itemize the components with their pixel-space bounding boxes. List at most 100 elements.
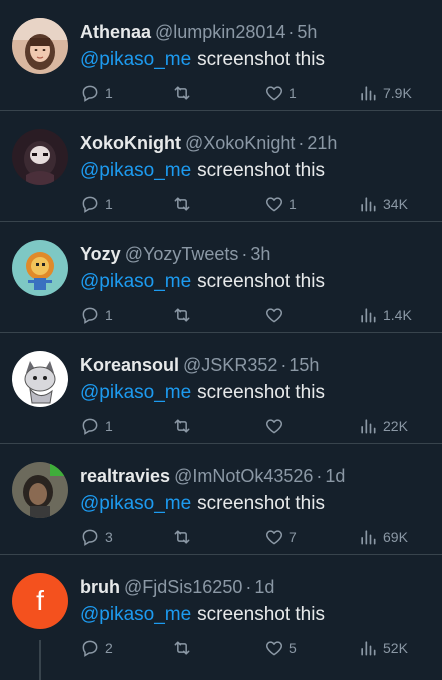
timestamp[interactable]: 3h	[250, 244, 270, 264]
reply-icon	[82, 85, 98, 102]
heart-icon	[265, 530, 283, 545]
reply-button[interactable]: 3	[80, 526, 113, 548]
user-handle[interactable]: @ImNotOk43526	[174, 466, 313, 486]
views-count: 34K	[383, 196, 408, 212]
tweet-text: @pikaso_me screenshot this	[80, 381, 325, 405]
retweet-icon	[174, 308, 190, 322]
tweet-actions: 1 1 7.9K	[80, 82, 420, 104]
views-count: 7.9K	[383, 85, 412, 101]
mention-link[interactable]: @pikaso_me	[80, 604, 191, 625]
separator-dot: ·	[288, 22, 295, 42]
views-count: 52K	[383, 640, 408, 656]
like-button[interactable]: 7	[264, 526, 297, 548]
like-button[interactable]: 5	[264, 637, 297, 659]
timestamp[interactable]: 1d	[325, 466, 345, 486]
display-name[interactable]: realtravies	[80, 466, 170, 486]
timestamp[interactable]: 15h	[289, 355, 319, 375]
mention-link[interactable]: @pikaso_me	[80, 160, 191, 181]
mention-link[interactable]: @pikaso_me	[80, 271, 191, 292]
like-button[interactable]	[264, 415, 289, 437]
like-button[interactable]: 1	[264, 193, 297, 215]
display-name[interactable]: Koreansoul	[80, 355, 179, 375]
retweet-button[interactable]	[172, 526, 197, 548]
timestamp[interactable]: 1d	[254, 577, 274, 597]
heart-icon	[265, 197, 283, 212]
mention-link[interactable]: @pikaso_me	[80, 382, 191, 403]
views-chart-icon	[361, 641, 376, 656]
photo-girl-avatar-icon	[12, 18, 68, 74]
user-handle[interactable]: @JSKR352	[183, 355, 277, 375]
reply-count: 1	[105, 418, 113, 434]
tweet-actions: 3 7 69K	[80, 526, 420, 548]
reply-button[interactable]: 1	[80, 193, 113, 215]
cartoon-cat-avatar-icon	[12, 351, 68, 407]
mention-link[interactable]: @pikaso_me	[80, 493, 191, 514]
views-count: 69K	[383, 529, 408, 545]
avatar[interactable]	[12, 129, 68, 185]
reply-button[interactable]: 1	[80, 304, 113, 326]
avatar[interactable]	[12, 18, 68, 74]
avatar[interactable]	[12, 240, 68, 296]
timestamp[interactable]: 5h	[297, 22, 317, 42]
tweet-body-text: screenshot this	[197, 271, 325, 292]
views-button[interactable]: 52K	[358, 637, 408, 659]
like-button[interactable]	[264, 304, 289, 326]
display-name[interactable]: bruh	[80, 577, 120, 597]
views-button[interactable]: 1.4K	[358, 304, 412, 326]
tweet-item[interactable]: Koreansoul @JSKR352 · 15h @pikaso_me screens…	[0, 333, 442, 444]
reply-count: 2	[105, 640, 113, 656]
retweet-button[interactable]	[172, 82, 197, 104]
reply-icon	[82, 307, 98, 324]
tweet-item[interactable]: XokoKnight @XokoKnight · 21h @pikaso_me scre…	[0, 111, 442, 222]
views-count: 22K	[383, 418, 408, 434]
user-handle[interactable]: @lumpkin28014	[155, 22, 285, 42]
heart-icon	[265, 641, 283, 656]
tweet-text: @pikaso_me screenshot this	[80, 603, 325, 627]
like-button[interactable]: 1	[264, 82, 297, 104]
views-button[interactable]: 7.9K	[358, 82, 412, 104]
tweet-text: @pikaso_me screenshot this	[80, 492, 325, 516]
reply-count: 3	[105, 529, 113, 545]
retweet-button[interactable]	[172, 415, 197, 437]
tweet-body-text: screenshot this	[197, 160, 325, 181]
mention-link[interactable]: @pikaso_me	[80, 49, 191, 70]
retweet-icon	[174, 530, 190, 544]
retweet-button[interactable]	[172, 304, 197, 326]
avatar[interactable]	[12, 462, 68, 518]
display-name[interactable]: Athenaa	[80, 22, 151, 42]
retweet-button[interactable]	[172, 193, 197, 215]
tweet-header: XokoKnight @XokoKnight · 21h	[80, 132, 337, 154]
retweet-button[interactable]	[172, 637, 197, 659]
separator-dot: ·	[245, 577, 252, 597]
views-button[interactable]: 22K	[358, 415, 408, 437]
tweet-item[interactable]: Athenaa @lumpkin28014 · 5h @pikaso_me screen…	[0, 0, 442, 111]
reply-button[interactable]: 1	[80, 415, 113, 437]
user-handle[interactable]: @XokoKnight	[185, 133, 295, 153]
separator-dot: ·	[280, 355, 287, 375]
tweet-item[interactable]: realtravies @ImNotOk43526 · 1d @pikaso_me sc…	[0, 444, 442, 555]
views-button[interactable]: 34K	[358, 193, 408, 215]
retweet-icon	[174, 641, 190, 655]
tweet-header: Athenaa @lumpkin28014 · 5h	[80, 21, 317, 43]
reply-button[interactable]: 1	[80, 82, 113, 104]
display-name[interactable]: Yozy	[80, 244, 121, 264]
avatar[interactable]	[12, 351, 68, 407]
timestamp[interactable]: 21h	[307, 133, 337, 153]
views-chart-icon	[361, 308, 376, 323]
user-handle[interactable]: @YozyTweets	[125, 244, 239, 264]
user-handle[interactable]: @FjdSis16250	[124, 577, 242, 597]
reply-icon	[82, 640, 98, 657]
tweet-item[interactable]: f bruh @FjdSis16250 · 1d @pikaso_me screensh…	[0, 555, 442, 680]
views-button[interactable]: 69K	[358, 526, 408, 548]
reply-button[interactable]: 2	[80, 637, 113, 659]
tweet-header: Koreansoul @JSKR352 · 15h	[80, 354, 319, 376]
tweet-header: bruh @FjdSis16250 · 1d	[80, 576, 274, 598]
heart-icon	[265, 86, 283, 101]
display-name[interactable]: XokoKnight	[80, 133, 181, 153]
like-count: 7	[289, 529, 297, 545]
tweet-item[interactable]: Yozy @YozyTweets · 3h @pikaso_me screenshot …	[0, 222, 442, 333]
tweet-body-text: screenshot this	[197, 493, 325, 514]
reply-count: 1	[105, 85, 113, 101]
avatar[interactable]: f	[12, 573, 68, 629]
reply-icon	[82, 529, 98, 546]
